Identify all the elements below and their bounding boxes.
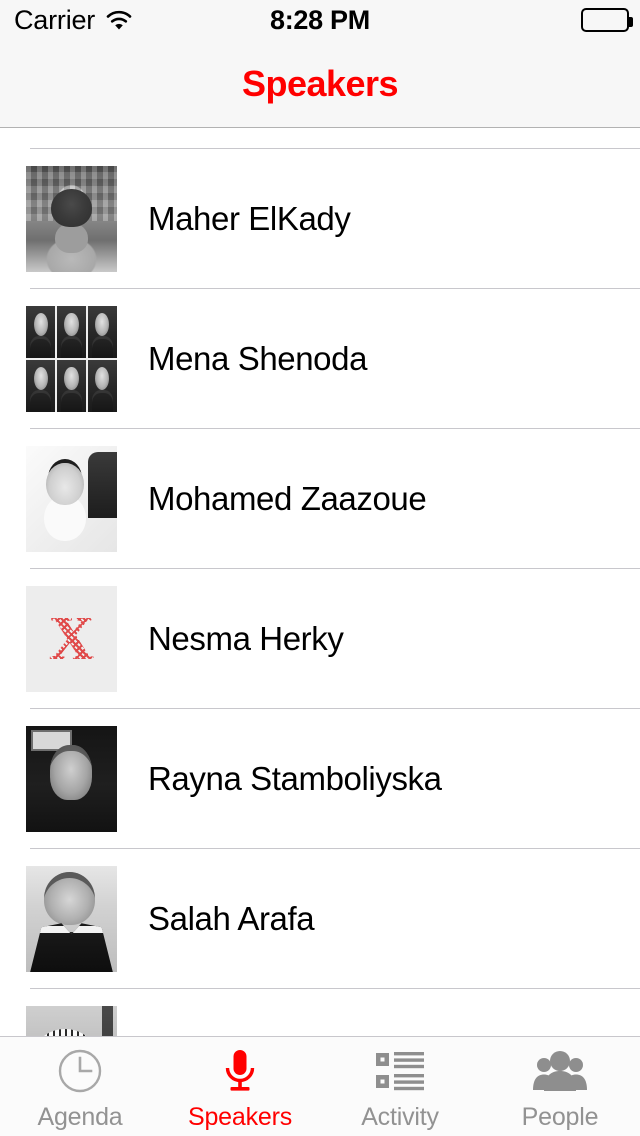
speaker-thumbnail — [26, 1006, 117, 1036]
battery-nub — [629, 17, 633, 27]
status-bar: Carrier 8:28 PM — [0, 0, 640, 40]
speaker-thumbnail: X — [26, 586, 117, 692]
tab-people[interactable]: People — [480, 1037, 640, 1136]
table-row[interactable]: Rayna Stamboliyska — [0, 709, 640, 849]
tab-label: Speakers — [187, 1102, 292, 1131]
tab-label: People — [521, 1102, 599, 1131]
speaker-name: Maher ElKady — [148, 200, 351, 237]
microphone-icon — [212, 1046, 268, 1096]
people-icon — [532, 1046, 588, 1096]
tab-label: Agenda — [37, 1102, 123, 1131]
tedx-x-logo-icon: X — [49, 605, 94, 673]
speakers-list[interactable]: Maher ElKady Mena Shenoda Mohamed Zaazou… — [0, 128, 640, 1036]
speaker-thumbnail — [26, 446, 117, 552]
table-row[interactable]: Maher ElKady — [0, 149, 640, 289]
speaker-thumbnail — [26, 306, 117, 412]
photo-tile — [26, 306, 56, 359]
app-root: Carrier 8:28 PM Speakers Maher ElKady Me… — [0, 0, 640, 1136]
battery-icon — [581, 8, 633, 32]
speaker-photo-maher-elkady — [26, 166, 117, 272]
photo-tile — [56, 359, 87, 412]
speaker-photo-salah-arafa — [26, 866, 117, 972]
tab-activity[interactable]: Activity — [320, 1037, 480, 1136]
list-icon — [372, 1046, 428, 1096]
speaker-name: Mena Shenoda — [148, 340, 368, 377]
table-row[interactable] — [0, 989, 640, 1036]
table-row[interactable]: X Nesma Herky — [0, 569, 640, 709]
table-row[interactable]: Mena Shenoda — [0, 289, 640, 429]
speaker-name: Rayna Stamboliyska — [148, 760, 442, 797]
speaker-photo-mohamed-zaazoue — [26, 446, 117, 552]
speaker-photo-mena-shenoda — [26, 306, 117, 412]
speaker-photo-partial — [26, 1006, 117, 1036]
clock-icon — [52, 1046, 108, 1096]
status-bar-center: 8:28 PM — [0, 0, 640, 40]
photo-tile — [87, 306, 117, 359]
table-row[interactable]: Salah Arafa — [0, 849, 640, 989]
speakers-rows: Maher ElKady Mena Shenoda Mohamed Zaazou… — [0, 149, 640, 1036]
speaker-name: Nesma Herky — [148, 620, 344, 657]
speaker-thumbnail — [26, 866, 117, 972]
speaker-photo-nesma-herky: X — [26, 586, 117, 692]
photo-tile — [56, 306, 87, 359]
tab-speakers[interactable]: Speakers — [160, 1037, 320, 1136]
navigation-bar: Speakers — [0, 40, 640, 128]
speaker-thumbnail — [26, 726, 117, 832]
status-bar-right — [581, 0, 633, 40]
photo-tile — [87, 359, 117, 412]
tab-bar: Agenda Speakers Activity People — [0, 1036, 640, 1136]
table-row[interactable]: Mohamed Zaazoue — [0, 429, 640, 569]
page-title: Speakers — [241, 62, 399, 104]
speaker-name: Mohamed Zaazoue — [148, 480, 427, 517]
photo-detail — [67, 931, 77, 972]
photo-tile — [26, 359, 56, 412]
status-bar-clock: 8:28 PM — [270, 4, 370, 35]
speaker-photo-rayna-stamboliyska — [26, 726, 117, 832]
tab-agenda[interactable]: Agenda — [0, 1037, 160, 1136]
speaker-thumbnail — [26, 166, 117, 272]
tab-label: Activity — [361, 1102, 439, 1131]
speaker-name: Salah Arafa — [148, 900, 315, 937]
